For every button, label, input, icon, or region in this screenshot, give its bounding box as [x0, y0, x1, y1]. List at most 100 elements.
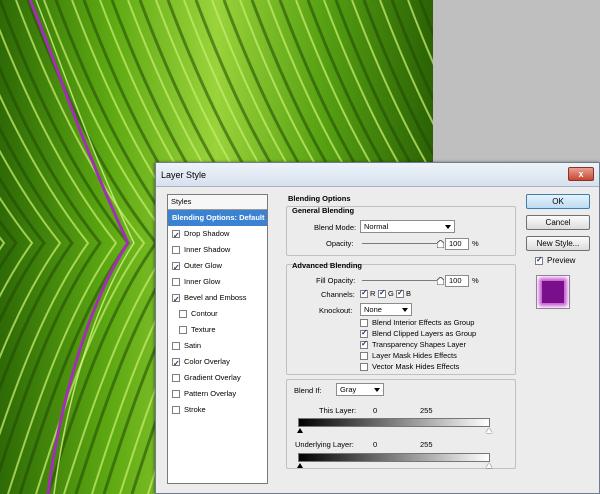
style-item-label: Pattern Overlay: [184, 389, 237, 398]
fill-opacity-label: Fill Opacity:: [316, 276, 356, 285]
channel-label: B: [406, 289, 412, 298]
underlying-layer-label: Underlying Layer:: [295, 440, 354, 449]
advanced-option[interactable]: Transparency Shapes Layer: [360, 339, 466, 349]
style-checkbox[interactable]: [172, 260, 180, 276]
channel-checkbox[interactable]: [396, 288, 404, 298]
blend-if-value: Gray: [340, 385, 357, 394]
fill-opacity-slider-track[interactable]: [362, 280, 440, 281]
advanced-option[interactable]: Vector Mask Hides Effects: [360, 362, 459, 371]
channels-label: Channels:: [321, 290, 355, 299]
style-checkbox[interactable]: [172, 292, 180, 308]
style-item-label: Stroke: [184, 405, 206, 414]
this-layer-gradient: [298, 418, 490, 427]
preview-square: [542, 281, 564, 303]
style-item[interactable]: Texture: [168, 322, 267, 338]
styles-list: Styles Blending Options: Default Drop Sha…: [167, 194, 268, 484]
style-item-label: Outer Glow: [184, 261, 222, 270]
style-checkbox[interactable]: [172, 342, 180, 350]
preview-checkbox[interactable]: [535, 255, 543, 265]
channel-toggle[interactable]: G: [378, 288, 394, 298]
opacity-input[interactable]: 100: [445, 238, 469, 250]
style-checkbox[interactable]: [172, 278, 180, 286]
style-item[interactable]: Inner Shadow: [168, 242, 267, 258]
blend-mode-select[interactable]: Normal: [360, 220, 455, 233]
ok-button[interactable]: OK: [526, 194, 590, 209]
style-item-label: Inner Glow: [184, 277, 221, 286]
blend-mode-label: Blend Mode:: [314, 223, 357, 232]
style-item[interactable]: Pattern Overlay: [168, 386, 267, 402]
knockout-value: None: [364, 305, 382, 314]
channel-toggle[interactable]: R: [360, 288, 376, 298]
this-layer-max: 255: [420, 406, 433, 415]
style-item[interactable]: Stroke: [168, 402, 267, 418]
style-item[interactable]: Blending Options: Default: [168, 210, 267, 226]
opacity-slider-handle[interactable]: [436, 240, 444, 248]
style-item[interactable]: Inner Glow: [168, 274, 267, 290]
cancel-button[interactable]: Cancel: [526, 215, 590, 230]
style-checkbox[interactable]: [172, 374, 180, 382]
advanced-option-label: Layer Mask Hides Effects: [372, 351, 457, 360]
style-item-label: Inner Shadow: [184, 245, 231, 254]
style-item[interactable]: Color Overlay: [168, 354, 267, 372]
channel-checkbox[interactable]: [360, 288, 368, 298]
style-item[interactable]: Drop Shadow: [168, 226, 267, 244]
knockout-label: Knockout:: [319, 306, 353, 315]
underlying-white-slider[interactable]: [486, 463, 492, 468]
style-checkbox[interactable]: [172, 356, 180, 372]
chevron-down-icon: [402, 308, 408, 312]
style-checkbox[interactable]: [179, 326, 187, 334]
styles-header[interactable]: Styles: [168, 195, 267, 210]
knockout-select[interactable]: None: [360, 303, 412, 316]
advanced-option[interactable]: Blend Clipped Layers as Group: [360, 328, 477, 338]
style-checkbox[interactable]: [172, 390, 180, 398]
this-layer-black-slider[interactable]: [297, 428, 303, 433]
layer-style-dialog: Layer Style x Styles Blending Options: D…: [155, 162, 600, 494]
close-button[interactable]: x: [568, 167, 594, 181]
chevron-down-icon: [445, 225, 451, 229]
advanced-option-checkbox[interactable]: [360, 339, 368, 349]
this-layer-white-slider[interactable]: [486, 428, 492, 433]
style-item-label: Color Overlay: [184, 357, 230, 366]
style-item[interactable]: Satin: [168, 338, 267, 354]
style-item[interactable]: Outer Glow: [168, 258, 267, 276]
style-item[interactable]: Contour: [168, 306, 267, 322]
style-item-label: Texture: [191, 325, 216, 334]
preview-toggle[interactable]: Preview: [535, 255, 576, 265]
advanced-option-checkbox[interactable]: [360, 328, 368, 338]
blend-mode-value: Normal: [364, 222, 389, 231]
dialog-titlebar[interactable]: Layer Style x: [156, 163, 599, 187]
this-layer-min: 0: [373, 406, 378, 415]
channel-toggle[interactable]: B: [396, 288, 412, 298]
advanced-option-label: Blend Interior Effects as Group: [372, 318, 475, 327]
underlying-black-slider[interactable]: [297, 463, 303, 468]
advanced-option-checkbox[interactable]: [360, 351, 368, 360]
fill-opacity-input[interactable]: 100: [445, 275, 469, 287]
channel-label: R: [370, 289, 376, 298]
general-blending-title: General Blending: [292, 206, 355, 215]
style-item[interactable]: Bevel and Emboss: [168, 290, 267, 308]
underlying-layer-min: 0: [373, 440, 378, 449]
advanced-option[interactable]: Blend Interior Effects as Group: [360, 318, 474, 327]
advanced-option-label: Blend Clipped Layers as Group: [372, 329, 477, 338]
blend-if-label: Blend If:: [294, 386, 322, 395]
advanced-option[interactable]: Layer Mask Hides Effects: [360, 351, 457, 360]
style-checkbox[interactable]: [172, 228, 180, 244]
style-checkbox[interactable]: [172, 246, 180, 254]
style-checkbox[interactable]: [179, 310, 187, 318]
style-item-label: Contour: [191, 309, 218, 318]
channel-checkbox[interactable]: [378, 288, 386, 298]
fill-opacity-slider-handle[interactable]: [436, 277, 444, 285]
preview-label: Preview: [547, 256, 576, 265]
advanced-option-checkbox[interactable]: [360, 318, 368, 327]
style-item[interactable]: Gradient Overlay: [168, 370, 267, 386]
new-style-button[interactable]: New Style...: [526, 236, 590, 251]
style-item-label: Satin: [184, 341, 202, 350]
opacity-slider-track[interactable]: [362, 243, 440, 244]
style-item-label: Gradient Overlay: [184, 373, 241, 382]
advanced-option-checkbox[interactable]: [360, 362, 368, 371]
blend-if-select[interactable]: Gray: [336, 383, 384, 396]
style-checkbox[interactable]: [172, 406, 180, 414]
advanced-blending-title: Advanced Blending: [292, 261, 363, 270]
style-item-label: Drop Shadow: [184, 229, 230, 238]
chevron-down-icon: [374, 388, 380, 392]
